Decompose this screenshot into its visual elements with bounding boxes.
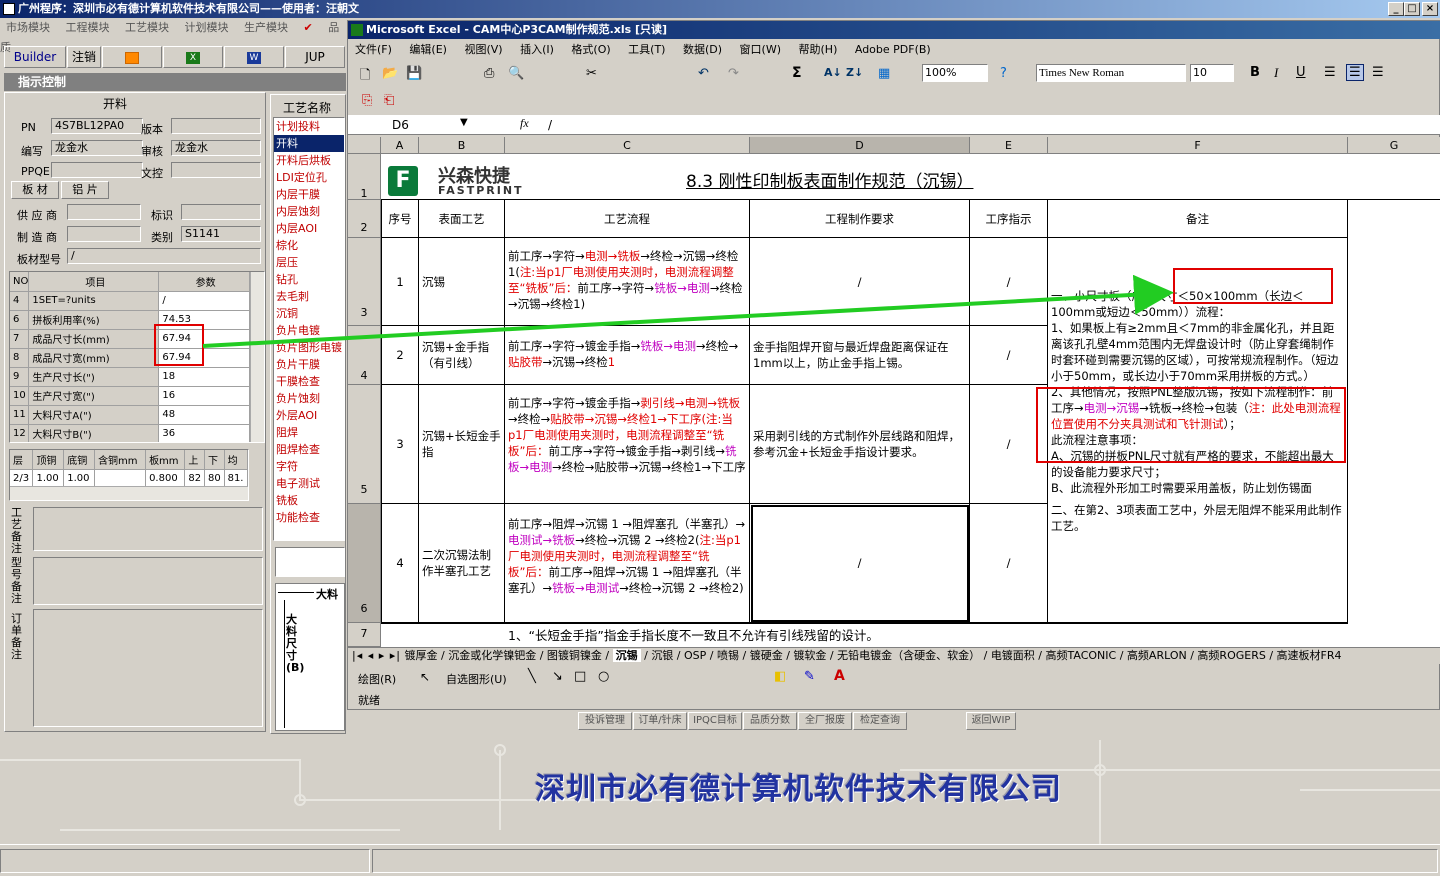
wip-button[interactable]: 返回WIP	[966, 712, 1016, 730]
order-button[interactable]: 订单/针床	[633, 712, 687, 730]
scrap-button[interactable]: 全厂报废	[798, 712, 852, 730]
company-footer: 深圳市必有德计算机软件技术有限公司	[535, 772, 1062, 807]
green-arrow	[202, 274, 1174, 348]
status-pane	[0, 849, 370, 873]
complaint-button[interactable]: 投诉管理	[578, 712, 632, 730]
quality-score-button[interactable]: 品质分数	[743, 712, 797, 730]
inspection-button[interactable]: 检定查询	[853, 712, 907, 730]
highlight-box-params	[154, 324, 204, 366]
taskbar	[0, 844, 1440, 876]
status-pane	[372, 849, 1438, 873]
bottom-button-row: 投诉管理 订单/针床 IPQC目标 品质分数 全厂报废 检定查询 返回WIP	[350, 712, 1020, 732]
ipqc-button[interactable]: IPQC目标	[688, 712, 742, 730]
